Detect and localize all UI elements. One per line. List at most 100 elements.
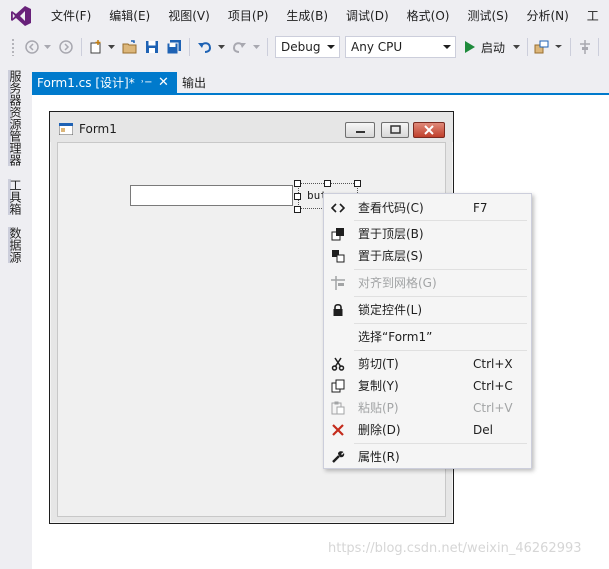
chevron-down-icon[interactable] [216, 38, 226, 56]
chevron-down-icon[interactable] [251, 38, 261, 56]
copy-icon [330, 378, 346, 394]
save-icon[interactable] [143, 38, 161, 56]
menu-tools[interactable]: 工 [578, 0, 608, 32]
menu-item-lock-controls[interactable]: 锁定控件(L) [324, 299, 531, 321]
lock-icon [330, 302, 346, 318]
tab-form1-design-label: Form1.cs [设计]* [37, 76, 135, 90]
menu-item-label: 剪切(T) [358, 357, 399, 371]
start-play-icon[interactable] [462, 38, 478, 56]
menu-item-shortcut: Ctrl+C [473, 379, 513, 393]
menu-file[interactable]: 文件(F) [42, 0, 100, 32]
watermark: https://blog.csdn.net/weixin_46262993 [328, 541, 582, 556]
selection-handle[interactable] [354, 180, 361, 187]
close-icon[interactable]: ✕ [158, 72, 169, 94]
minimize-button[interactable] [345, 122, 375, 138]
close-icon [424, 125, 434, 135]
align-to-grid-icon[interactable] [577, 38, 593, 56]
menu-item-properties[interactable]: 属性(R) [324, 446, 531, 468]
navigate-back-icon[interactable] [22, 38, 42, 56]
menu-item-bring-to-front[interactable]: 置于顶层(B) [324, 223, 531, 245]
menu-item-label: 置于顶层(B) [358, 227, 424, 241]
side-tool-window-strip: 服务器资源管理器 工具箱 数据源 [0, 62, 32, 569]
menu-item-label: 复制(Y) [358, 379, 399, 393]
window-close-button[interactable] [413, 122, 445, 138]
solution-configuration-select[interactable]: Debug [275, 36, 340, 58]
menu-bar: 文件(F) 编辑(E) 视图(V) 项目(P) 生成(B) 调试(D) 格式(O… [0, 0, 609, 32]
tab-output[interactable]: 输出 [182, 72, 206, 94]
form1-title: Form1 [79, 122, 117, 136]
menu-item-label: 锁定控件(L) [358, 303, 423, 317]
open-folder-icon[interactable] [121, 38, 139, 56]
toolbar-separator [570, 38, 571, 56]
paste-icon [330, 400, 346, 416]
data-sources-tab[interactable]: 数据源 [8, 227, 22, 263]
solution-platform-value: Any CPU [351, 40, 403, 54]
selection-handle[interactable] [324, 180, 331, 187]
menu-build[interactable]: 生成(B) [277, 0, 337, 32]
toolbox-tab[interactable]: 工具箱 [8, 179, 22, 215]
chevron-down-icon[interactable] [106, 38, 116, 56]
menu-item-align-to-grid[interactable]: 对齐到网格(G) [324, 272, 531, 294]
menu-item-label: 属性(R) [358, 450, 400, 464]
menu-separator [354, 220, 527, 221]
menu-item-shortcut: Del [473, 423, 493, 437]
new-item-icon[interactable] [87, 38, 105, 56]
menu-item-view-code[interactable]: 查看代码(C) F7 [324, 197, 531, 219]
bring-to-front-icon [330, 226, 346, 242]
menu-edit[interactable]: 编辑(E) [100, 0, 159, 32]
menu-separator [354, 269, 527, 270]
selection-handle[interactable] [294, 180, 301, 187]
menu-format[interactable]: 格式(O) [398, 0, 459, 32]
toolbar-separator [598, 38, 599, 56]
undo-icon[interactable] [195, 38, 215, 56]
menu-item-send-to-back[interactable]: 置于底层(S) [324, 245, 531, 267]
maximize-button[interactable] [381, 122, 409, 138]
menu-item-shortcut: Ctrl+V [473, 401, 513, 415]
selection-handle[interactable] [294, 206, 301, 213]
menu-item-label: 选择“Form1” [358, 330, 433, 344]
menu-analyze[interactable]: 分析(N) [517, 0, 577, 32]
menu-item-label: 置于底层(S) [358, 249, 423, 263]
textbox1[interactable] [130, 185, 293, 206]
chevron-down-icon[interactable] [553, 38, 563, 56]
toolbar-separator [81, 38, 82, 56]
menu-separator [354, 350, 527, 351]
chevron-down-icon [443, 45, 451, 49]
selection-handle[interactable] [294, 193, 301, 200]
tab-form1-design[interactable]: Form1.cs [设计]* [32, 72, 177, 94]
menu-view[interactable]: 视图(V) [159, 0, 219, 32]
redo-icon[interactable] [229, 38, 249, 56]
menu-item-paste[interactable]: 粘贴(P) Ctrl+V [324, 397, 531, 419]
server-explorer-tab[interactable]: 服务器资源管理器 [8, 70, 22, 166]
menu-item-label: 查看代码(C) [358, 201, 424, 215]
chevron-down-icon[interactable] [511, 38, 521, 56]
navigate-forward-icon[interactable] [56, 38, 76, 56]
solution-platform-select[interactable]: Any CPU [345, 36, 456, 58]
menu-project[interactable]: 项目(P) [219, 0, 278, 32]
attach-process-icon[interactable] [533, 38, 551, 56]
chevron-down-icon[interactable] [42, 38, 52, 56]
menu-test[interactable]: 测试(S) [458, 0, 517, 32]
pin-icon[interactable]: ˒− [141, 72, 152, 94]
cut-icon [330, 356, 346, 372]
form1-title-bar[interactable]: Form1 [50, 112, 453, 142]
menu-separator [354, 296, 527, 297]
menu-item-select-form1[interactable]: 选择“Form1” [324, 326, 531, 348]
save-all-icon[interactable] [165, 38, 183, 56]
menu-item-label: 粘贴(P) [358, 401, 399, 415]
document-tab-well: Form1.cs [设计]* ˒− ✕ 输出 [32, 72, 609, 94]
chevron-down-icon [327, 45, 335, 49]
align-to-grid-icon [330, 275, 346, 291]
standard-toolbar: Debug Any CPU 启动 [0, 32, 609, 62]
toolbar-grip[interactable] [11, 38, 15, 56]
menu-item-copy[interactable]: 复制(Y) Ctrl+C [324, 375, 531, 397]
delete-icon [330, 422, 346, 438]
menu-item-delete[interactable]: 删除(D) Del [324, 419, 531, 441]
start-button[interactable]: 启动 [481, 38, 511, 56]
menu-debug[interactable]: 调试(D) [337, 0, 398, 32]
visual-studio-logo-icon[interactable] [0, 0, 42, 32]
toolbar-separator [267, 38, 268, 56]
menu-item-cut[interactable]: 剪切(T) Ctrl+X [324, 353, 531, 375]
menu-separator [354, 443, 527, 444]
form-icon [59, 123, 73, 135]
